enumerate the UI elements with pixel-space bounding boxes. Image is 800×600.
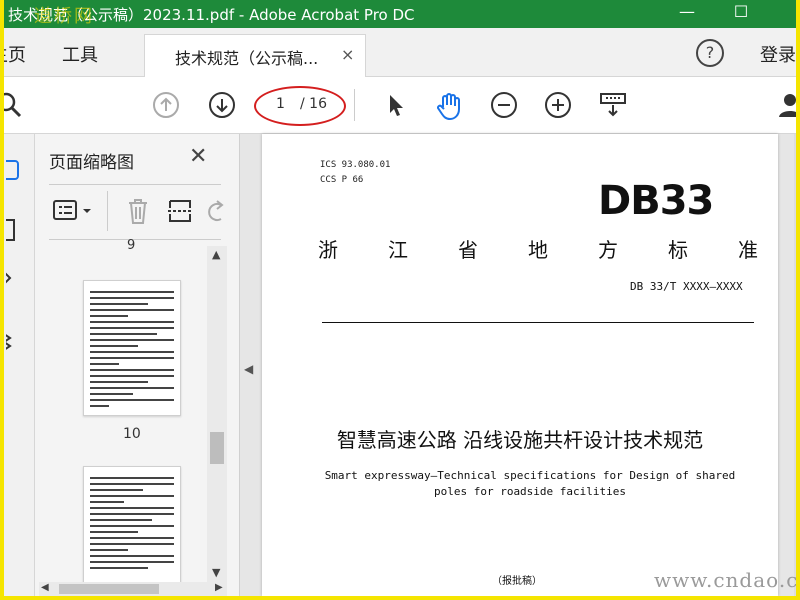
page-thumbnails-icon[interactable]: [4, 158, 26, 180]
header-rule: [322, 322, 754, 323]
search-icon[interactable]: [4, 91, 24, 119]
next-page-icon[interactable]: [208, 91, 236, 119]
thumbnail-page-label: 10: [123, 426, 141, 442]
heading-char: 准: [738, 238, 758, 262]
classification-codes: ICS 93.080.01 CCS P 66: [320, 158, 390, 188]
thumbnails-horizontal-scrollbar[interactable]: ◀ ▶: [39, 582, 227, 596]
scroll-down-icon[interactable]: ▼: [212, 566, 220, 579]
heading-char: 地: [528, 238, 548, 262]
scrollbar-thumb[interactable]: [210, 432, 224, 464]
collapse-pane-icon[interactable]: ◀: [244, 362, 253, 376]
document-view[interactable]: ◀ ICS 93.080.01 CCS P 66 DB33 浙 江 省 地 方 …: [240, 134, 796, 596]
tab-document[interactable]: 技术规范（公示稿... ×: [144, 34, 366, 77]
minimize-button[interactable]: —: [672, 2, 702, 24]
thumbnail-page-11[interactable]: [83, 466, 181, 588]
zoom-out-icon[interactable]: [490, 91, 518, 119]
tab-tools[interactable]: 工具: [62, 41, 98, 67]
title-bar: 技术规范（公示稿）2023.11.pdf - Adobe Acrobat Pro…: [4, 0, 796, 28]
heading-char: 浙: [318, 238, 338, 262]
thumbnail-page-label-prev: 9: [127, 238, 136, 253]
heading-char: 方: [598, 238, 618, 262]
ccs-code: CCS P 66: [320, 175, 364, 185]
standard-level-heading: 浙 江 省 地 方 标 准: [318, 234, 758, 263]
pane-toolbar: [49, 184, 224, 240]
tab-document-label: 技术规范（公示稿...: [175, 49, 319, 68]
document-title-cn: 智慧高速公路 沿线设施共杆设计技术规范: [336, 428, 704, 452]
split-page-icon[interactable]: [167, 197, 193, 229]
app-frame: 技术规范（公示稿）2023.11.pdf - Adobe Acrobat Pro…: [4, 0, 796, 596]
standard-logo: DB33: [598, 178, 714, 224]
heading-char: 江: [388, 238, 408, 262]
scroll-left-icon[interactable]: ◀: [41, 582, 49, 593]
close-pane-button[interactable]: ✕: [189, 144, 207, 169]
title-en-line-1: Smart expressway—Technical specification…: [324, 469, 736, 482]
horizontal-scrollbar-thumb[interactable]: [59, 584, 159, 594]
main-toolbar: 1 / 16: [4, 77, 796, 134]
options-menu-icon[interactable]: [53, 199, 95, 227]
attachments-icon[interactable]: [4, 268, 26, 288]
tab-home[interactable]: 主页: [4, 41, 26, 67]
scroll-mode-icon[interactable]: [598, 91, 626, 119]
pane-title: 页面缩略图: [49, 153, 134, 173]
thumbnails-pane: 页面缩略图 ✕ 9 10 ▲ ▼ ◀ ▶: [35, 134, 240, 596]
left-icon-rail: [4, 134, 35, 596]
scroll-right-icon[interactable]: ▶: [215, 582, 223, 593]
site-watermark-url: www.cndao.com: [654, 568, 796, 592]
hand-tool-icon[interactable]: [434, 91, 462, 121]
thumbnails-vertical-scrollbar[interactable]: ▲ ▼: [207, 246, 227, 582]
account-icon[interactable]: [776, 91, 796, 119]
layers-icon[interactable]: [4, 330, 26, 351]
help-button[interactable]: ?: [696, 39, 724, 67]
tab-bar: 主页 工具 技术规范（公示稿... × ? 登录: [4, 28, 796, 77]
title-en-line-2: poles for roadside facilities: [433, 485, 627, 498]
draft-stage: （报批稿）: [492, 576, 542, 587]
select-pointer-icon[interactable]: [382, 91, 410, 119]
ics-code: ICS 93.080.01: [320, 160, 391, 170]
heading-char: 标: [668, 238, 688, 262]
site-watermark: 道桥网: [34, 6, 94, 27]
highlight-ring: [254, 86, 346, 126]
delete-page-icon[interactable]: [125, 197, 151, 229]
thumbnail-page-10[interactable]: [83, 280, 181, 416]
zoom-in-icon[interactable]: [544, 91, 572, 119]
previous-page-icon[interactable]: [152, 91, 180, 119]
maximize-button[interactable]: ☐: [726, 2, 756, 24]
bookmarks-icon[interactable]: [4, 218, 26, 241]
rotate-page-icon[interactable]: [205, 197, 225, 229]
pdf-page: ICS 93.080.01 CCS P 66 DB33 浙 江 省 地 方 标 …: [262, 134, 778, 596]
document-scrollbar[interactable]: [794, 134, 796, 596]
document-title-en: Smart expressway—Technical specification…: [320, 468, 740, 500]
scroll-up-icon[interactable]: ▲: [212, 248, 220, 261]
toolbar-divider: [354, 89, 355, 121]
heading-char: 省: [458, 238, 478, 262]
pane-divider: [107, 191, 108, 231]
login-button[interactable]: 登录: [760, 41, 796, 67]
standard-code: DB 33/T XXXX—XXXX: [630, 280, 743, 293]
close-tab-button[interactable]: ×: [341, 45, 354, 64]
